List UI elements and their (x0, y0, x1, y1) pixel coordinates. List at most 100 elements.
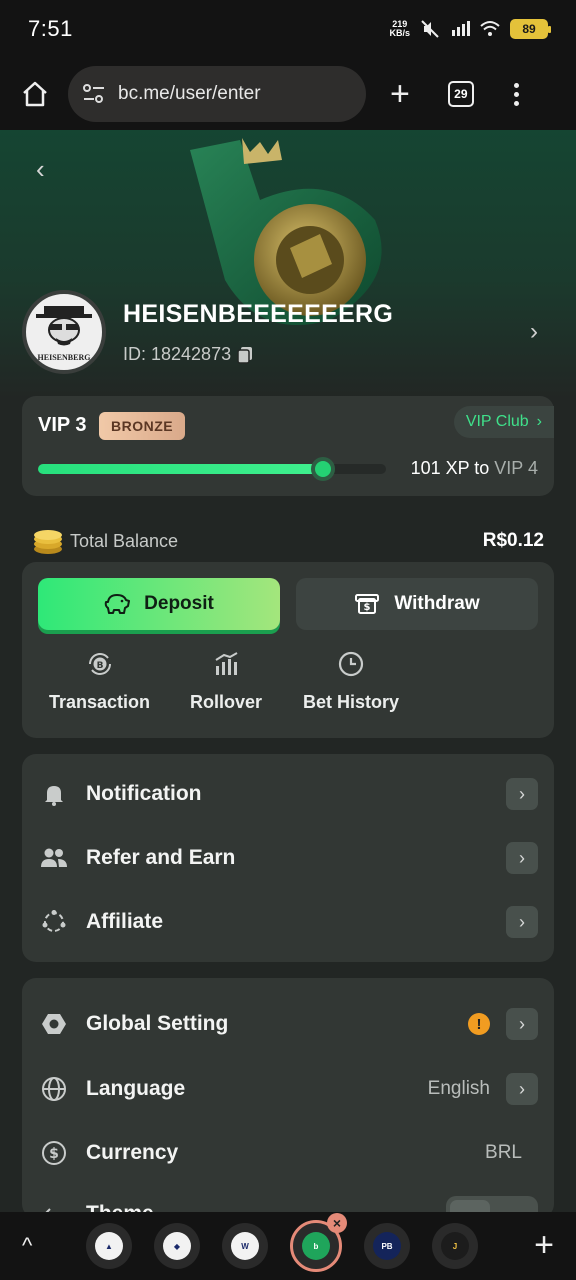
copy-icon[interactable] (237, 346, 253, 364)
menu-item-global-setting[interactable]: Global Setting ! › (22, 994, 554, 1054)
site-favicon-icon: PB (373, 1232, 401, 1260)
home-icon[interactable] (18, 77, 52, 111)
xp-progress-knob (311, 457, 336, 481)
back-chevron-icon[interactable]: ‹ (36, 154, 45, 185)
rollover-label: Rollover (190, 692, 263, 712)
withdraw-cash-icon: $ (355, 594, 380, 614)
settings-hex-icon (40, 1010, 68, 1038)
piggy-bank-icon (104, 594, 131, 614)
chevron-right-icon: › (506, 778, 538, 810)
clock-icon (338, 651, 364, 677)
site-favicon-icon: ▲ (95, 1232, 123, 1260)
tab-thumbnail-3[interactable]: W (222, 1223, 268, 1269)
battery-icon: 89 (510, 19, 551, 39)
chevron-right-icon: › (536, 413, 542, 430)
currency-label: Currency (86, 1141, 179, 1164)
language-value: English (427, 1078, 490, 1099)
users-icon (40, 844, 68, 872)
total-balance-label: Total Balance (70, 530, 179, 551)
clock: 7:51 (28, 16, 73, 41)
xp-progress-bar (38, 457, 386, 481)
heisenberg-avatar-icon: HEISENBERG (36, 306, 92, 362)
wallet-actions-card: Deposit $ Withdraw B Transaction Rollove… (22, 562, 554, 738)
settings-menu-card: Global Setting ! › Language English › $ … (22, 978, 554, 1232)
currency-icon: $ (40, 1139, 68, 1167)
svg-text:$: $ (364, 602, 371, 613)
menu-item-affiliate[interactable]: Affiliate › (22, 892, 554, 952)
currency-value: BRL (485, 1142, 522, 1163)
tab-switcher-button[interactable]: 29 (447, 81, 474, 107)
affiliate-icon (40, 908, 68, 936)
refer-and-earn-label: Refer and Earn (86, 846, 236, 869)
transaction-bitcoin-icon: B (88, 653, 111, 675)
site-favicon-icon: ◆ (163, 1232, 191, 1260)
close-tab-icon[interactable]: × (327, 1213, 347, 1233)
profile-header: ‹ HEISENBERG HEISENBEEEEEEERG ID: 182428… (0, 130, 576, 400)
balance-row: Total Balance R$0.12 (32, 526, 544, 556)
browser-toolbar: bc.me/user/enter + 29 (0, 58, 576, 130)
signal-icon (452, 21, 470, 36)
status-bar: 7:51 219 KB/s 89 (0, 0, 576, 58)
tab-strip: ^ ▲ ◆ W b × PB J + (0, 1212, 576, 1280)
network-speed-unit: KB/s (389, 28, 410, 38)
svg-text:B: B (96, 661, 103, 671)
site-settings-icon[interactable] (82, 83, 106, 105)
wifi-icon (480, 21, 500, 36)
mute-icon (421, 20, 439, 38)
avatar-text: HEISENBERG (38, 353, 91, 362)
vip-card: VIP 3 BRONZE VIP Club › 101 XP to VIP 4 (22, 396, 554, 496)
vip-level: VIP 3 (38, 414, 87, 436)
tab-thumbnail-2[interactable]: ◆ (154, 1223, 200, 1269)
total-balance-value: R$0.12 (482, 530, 544, 551)
chevron-right-icon: › (506, 906, 538, 938)
next-vip-level: VIP 4 (494, 458, 538, 478)
chevron-up-icon[interactable]: ^ (22, 1233, 48, 1259)
menu-kebab-icon[interactable] (513, 82, 519, 106)
notification-label: Notification (86, 782, 202, 805)
bc-favicon-icon: b (302, 1232, 330, 1260)
rollover-chart-icon (215, 652, 238, 675)
coin-stack-icon (34, 530, 62, 554)
xp-remaining: 101 XP to VIP 4 (411, 458, 538, 479)
affiliate-label: Affiliate (86, 910, 164, 933)
menu-item-notification[interactable]: Notification › (22, 764, 554, 824)
warning-icon: ! (468, 1013, 490, 1035)
bet-history-label: Bet History (303, 692, 400, 712)
user-id: ID: 18242873 (123, 344, 253, 365)
chevron-right-icon: › (506, 1008, 538, 1040)
user-id-text: ID: 18242873 (123, 344, 232, 364)
menu-item-refer-and-earn[interactable]: Refer and Earn › (22, 828, 554, 888)
chevron-right-icon: › (506, 1073, 538, 1105)
menu-item-language[interactable]: Language English › (22, 1059, 554, 1119)
deposit-label: Deposit (144, 593, 214, 614)
url-text: bc.me/user/enter (118, 83, 261, 104)
new-tab-icon[interactable]: + (390, 77, 410, 111)
chevron-right-icon: › (506, 842, 538, 874)
withdraw-button[interactable]: $ Withdraw (296, 578, 538, 630)
tab-thumbnail-6[interactable]: J (432, 1223, 478, 1269)
deposit-button[interactable]: Deposit (38, 578, 280, 630)
address-bar[interactable]: bc.me/user/enter (68, 66, 366, 122)
xp-amount: 101 XP to (410, 458, 495, 478)
transaction-link[interactable]: B Transaction (49, 650, 150, 713)
bet-history-link[interactable]: Bet History (303, 650, 399, 713)
rollover-link[interactable]: Rollover (190, 650, 262, 713)
tab-thumbnail-1[interactable]: ▲ (86, 1223, 132, 1269)
svg-text:$: $ (49, 1146, 59, 1162)
xp-progress-fill (38, 464, 324, 474)
vip-tier-badge: BRONZE (99, 412, 186, 440)
menu-item-currency[interactable]: $ Currency BRL (22, 1123, 554, 1183)
global-setting-label: Global Setting (86, 1012, 229, 1035)
tab-thumbnail-active[interactable]: b × (290, 1213, 347, 1272)
language-label: Language (86, 1077, 186, 1100)
vip-club-link[interactable]: VIP Club › (453, 406, 554, 438)
avatar[interactable]: HEISENBERG (22, 290, 106, 374)
globe-icon (40, 1075, 68, 1103)
new-tab-icon[interactable]: + (534, 1226, 554, 1265)
username: HEISENBEEEEEEERG (123, 300, 394, 328)
network-speed: 219 KB/s (389, 20, 410, 38)
account-menu-card: Notification › Refer and Earn › Affiliat… (22, 754, 554, 962)
withdraw-label: Withdraw (394, 593, 480, 614)
tab-thumbnail-5[interactable]: PB (364, 1223, 410, 1269)
profile-chevron-icon[interactable]: › (530, 318, 538, 346)
